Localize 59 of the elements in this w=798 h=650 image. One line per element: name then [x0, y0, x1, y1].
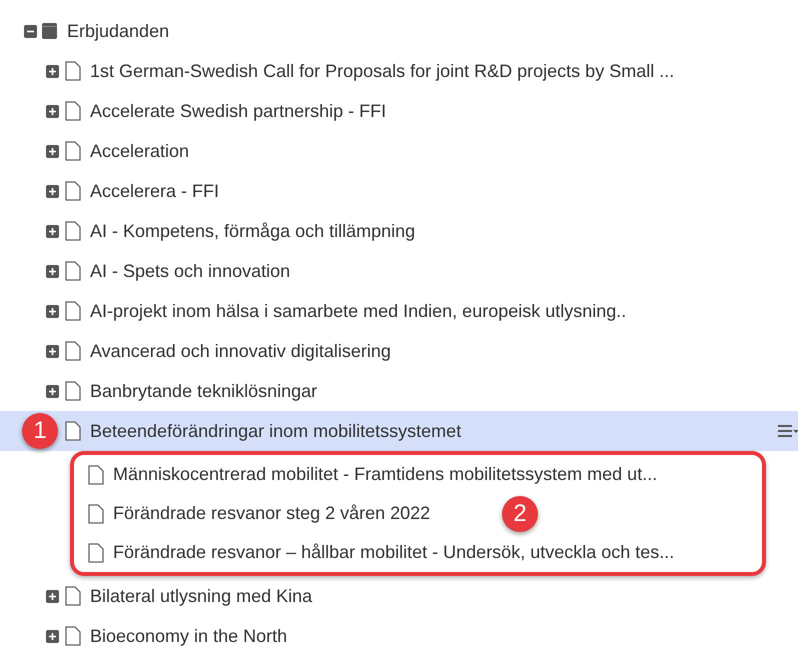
tree-row[interactable]: Bilateral utlysning med Kina [0, 576, 798, 616]
tree-item-label[interactable]: Förändrade resvanor – hållbar mobilitet - Undersök, utveckla och tes... [113, 539, 674, 566]
expand-toggle[interactable] [46, 224, 59, 238]
tree-row[interactable]: AI-projekt inom hälsa i samarbete med Indien, europeisk utlysning.. [0, 291, 798, 331]
document-icon [65, 101, 81, 121]
tree-item-label: Beteendeförändringar inom mobilitetssystemet [90, 420, 462, 443]
document-icon [65, 221, 81, 241]
callout-badge: 1 [22, 413, 58, 449]
expand-toggle[interactable] [46, 304, 59, 318]
tree-item-label: Accelerate Swedish partnership - FFI [90, 100, 386, 123]
folder-icon [42, 23, 57, 39]
document-icon [65, 381, 81, 401]
tree-item-label: 1st German-Swedish Call for Proposals for joint R&D projects by Small ... [90, 60, 674, 83]
tree-item-label: Bioeconomy in the North [90, 624, 288, 648]
document-icon [65, 301, 81, 321]
tree-item-label[interactable]: Människocentrerad mobilitet - Framtidens mobilitetssystem med ut... [113, 461, 658, 488]
document-icon [65, 61, 81, 81]
tree-row[interactable]: Banbrytande tekniklösningar [0, 371, 798, 411]
tree-item-label: AI-projekt inom hälsa i samarbete med Indien, europeisk utlysning.. [90, 300, 626, 323]
tree-item-label: Banbrytande tekniklösningar [90, 380, 318, 403]
tree-item-label: AI - Spets och innovation [90, 260, 290, 283]
tree-row[interactable]: Accelerera - FFI [0, 171, 798, 211]
expand-toggle[interactable] [46, 64, 59, 78]
tree-row[interactable]: AI - Kompetens, förmåga och tillämpning [0, 211, 798, 251]
document-icon [88, 464, 104, 484]
expand-toggle[interactable] [46, 144, 59, 158]
expand-toggle[interactable] [46, 264, 59, 278]
expand-toggle[interactable] [46, 344, 59, 358]
menu-icon[interactable] [778, 424, 798, 438]
document-icon [65, 141, 81, 161]
document-icon [65, 586, 81, 606]
tree-item-label: Avancerad och innovativ digitalisering [90, 340, 391, 363]
tree-item-label: Bilateral utlysning med Kina [90, 584, 312, 608]
tree-row[interactable]: Avancerad och innovativ digitalisering [0, 331, 798, 371]
selected-tree-row[interactable]: 1 Beteendeförändringar inom mobilitetssystemet [0, 411, 798, 451]
tree-row[interactable]: 1st German-Swedish Call for Proposals for joint R&D projects by Small ... [0, 51, 798, 91]
document-icon [65, 341, 81, 361]
tree-row[interactable]: Bioeconomy in the North [0, 616, 798, 650]
expand-toggle[interactable] [46, 384, 59, 398]
expand-toggle[interactable] [46, 590, 59, 602]
document-icon [88, 542, 104, 562]
document-icon [65, 626, 81, 646]
tree-item-label: AI - Kompetens, förmåga och tillämpning [90, 220, 416, 243]
tree-row[interactable]: Acceleration [0, 131, 798, 171]
tree-item-label[interactable]: Förändrade resvanor steg 2 våren 2022 [113, 500, 430, 527]
tree-item-label: Accelerera - FFI [90, 180, 220, 202]
tree-row[interactable]: Accelerate Swedish partnership - FFI [0, 91, 798, 131]
tree-item-label[interactable]: Erbjudanden [67, 18, 170, 44]
document-icon [65, 261, 81, 281]
callout-badge: 2 [502, 496, 538, 532]
expand-toggle[interactable] [46, 630, 59, 642]
expand-toggle[interactable] [46, 104, 59, 118]
tree-item-label: Acceleration [90, 140, 190, 162]
document-icon [65, 421, 81, 441]
document-icon [88, 504, 104, 524]
tree-row[interactable]: AI - Spets och innovation [0, 251, 798, 291]
collapse-toggle[interactable] [24, 24, 37, 38]
expand-toggle[interactable] [46, 184, 59, 198]
document-icon [65, 181, 81, 201]
